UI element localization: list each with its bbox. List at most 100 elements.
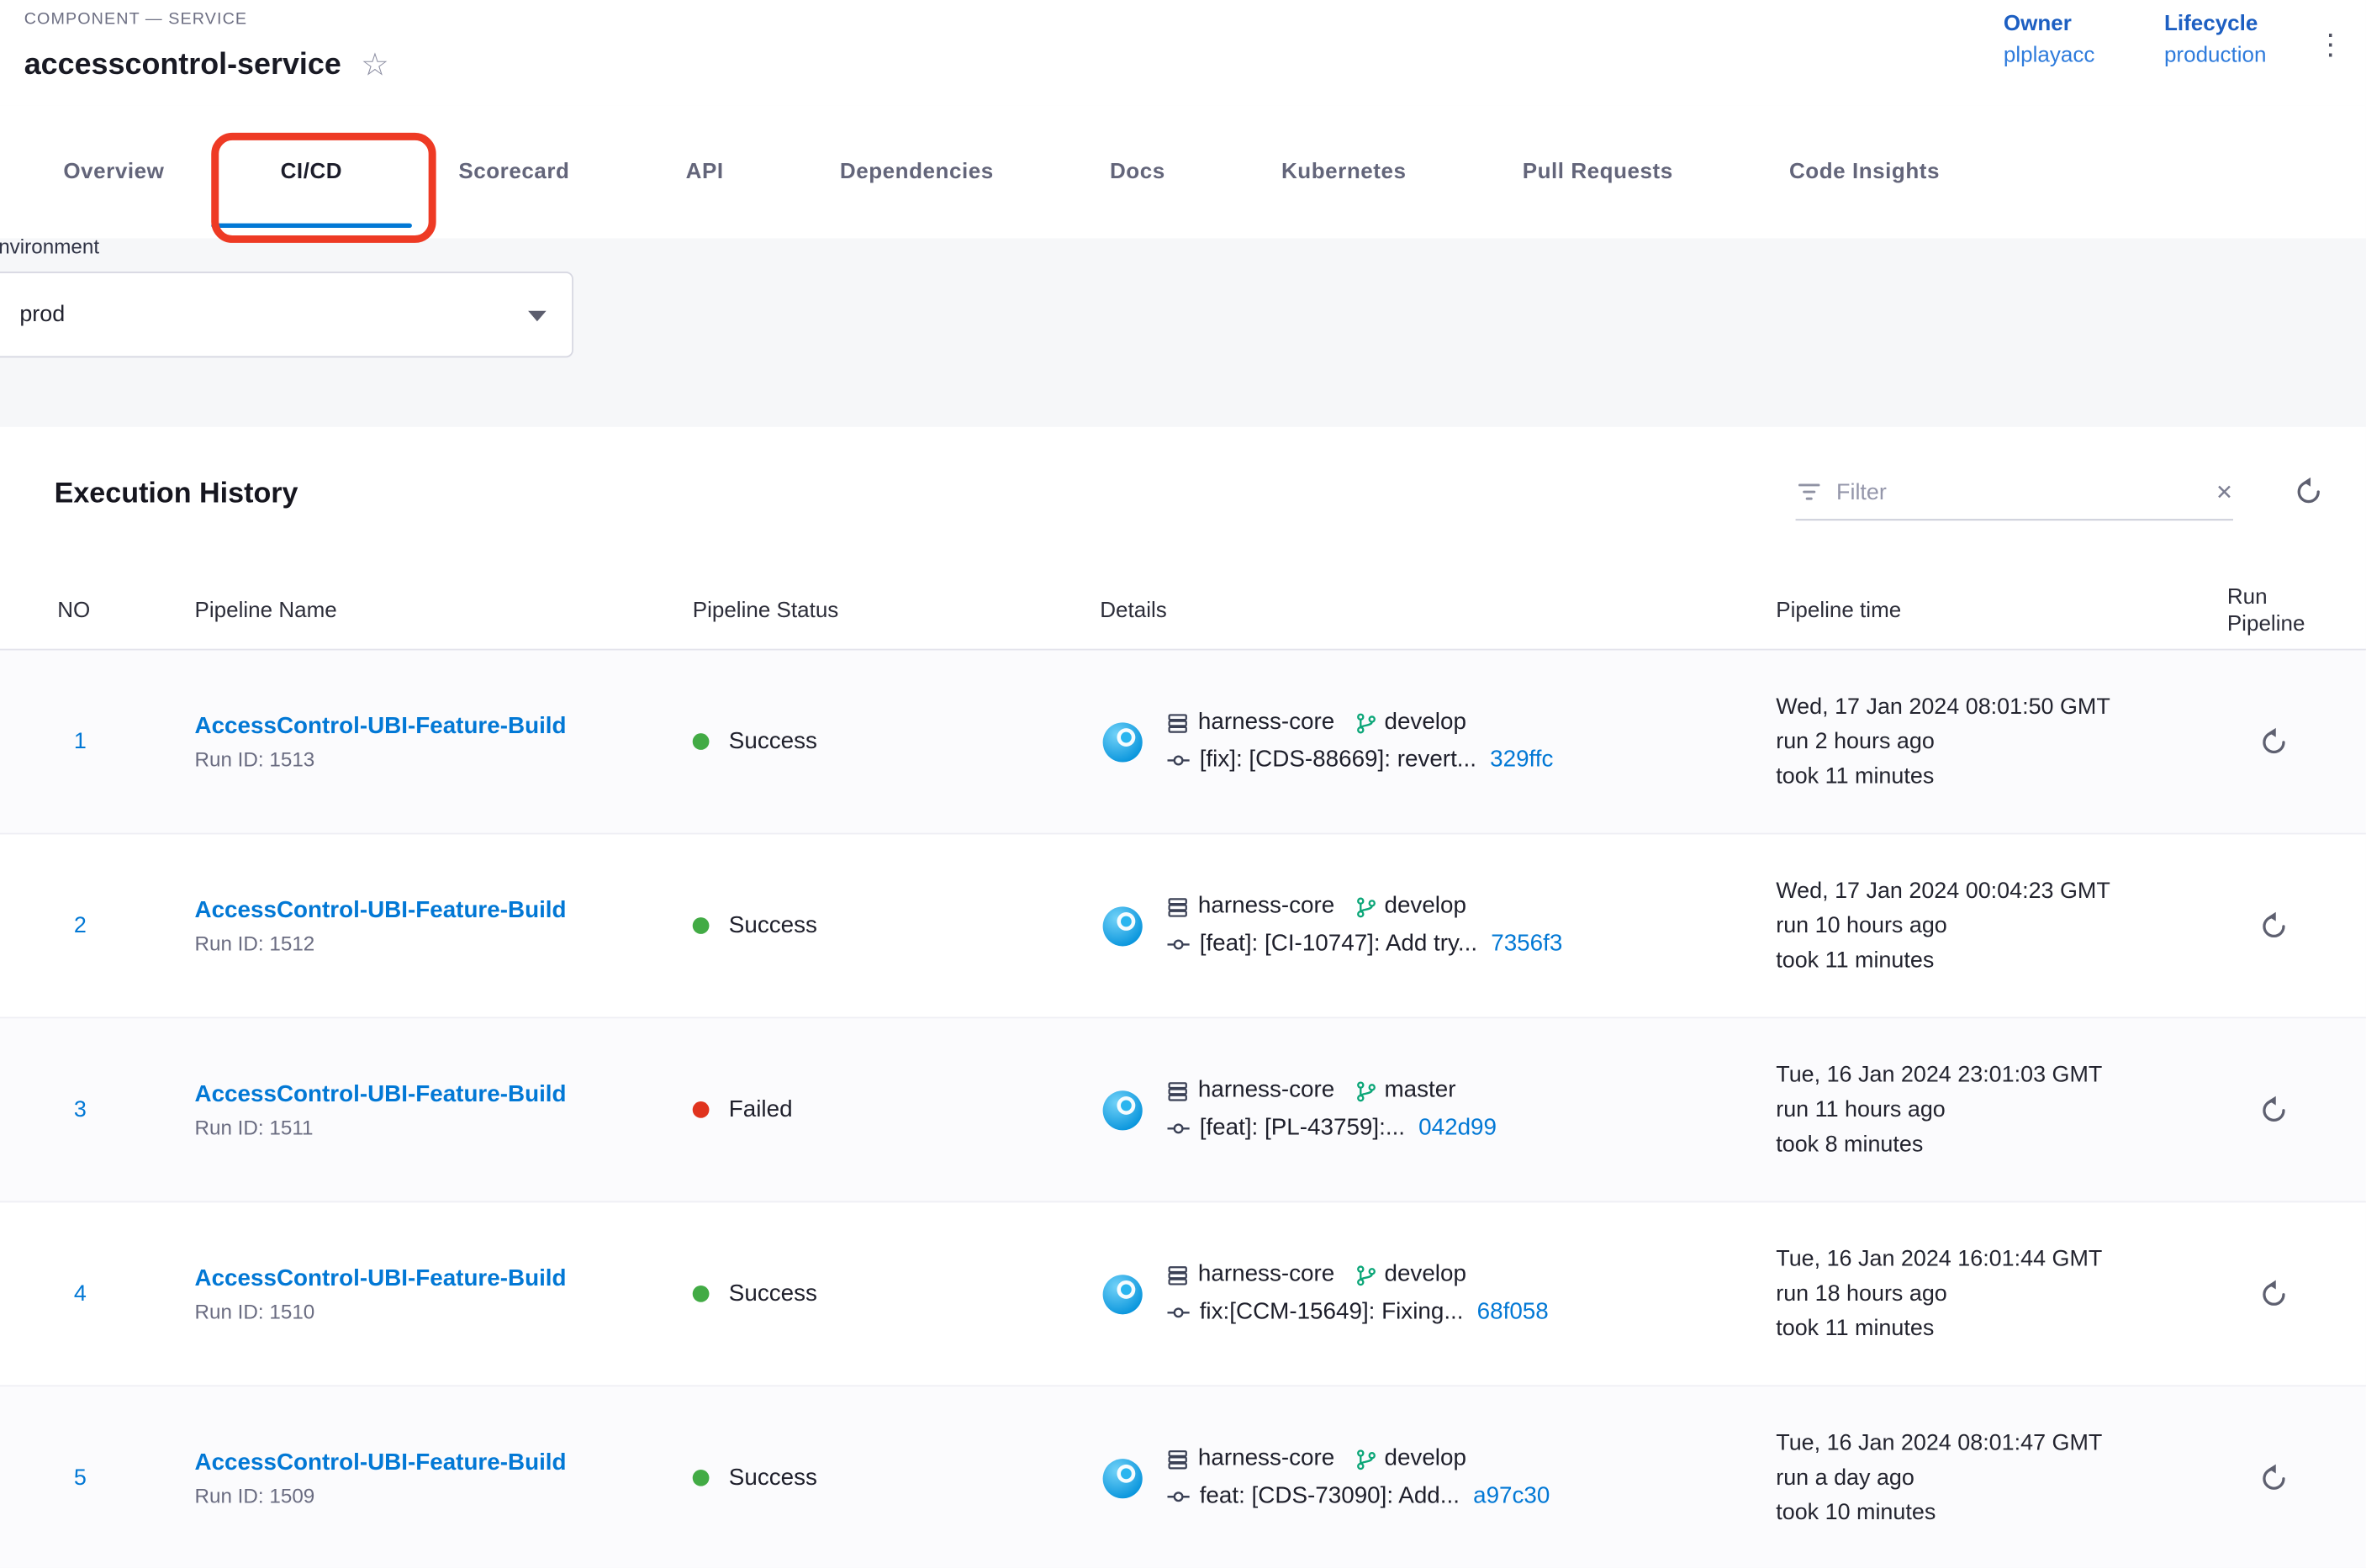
pipeline-time-relative: run 18 hours ago	[1776, 1276, 2227, 1311]
repo-icon	[1166, 1080, 1189, 1102]
breadcrumb: COMPONENT — SERVICE	[24, 11, 247, 29]
tab-code-insights[interactable]: Code Insights	[1789, 106, 1940, 239]
branch-name: develop	[1384, 893, 1466, 920]
git-branch-icon	[1355, 711, 1378, 734]
status-dot	[693, 917, 710, 934]
filter-input[interactable]	[1836, 479, 2202, 505]
tab-ci-cd[interactable]: CI/CD	[281, 106, 343, 239]
column-header-pipeline-time: Pipeline time	[1776, 599, 2227, 623]
table-row: 4 AccessControl-UBI-Feature-Build Run ID…	[0, 1202, 2366, 1386]
commit-message: [fix]: [CDS-88669]: revert...	[1200, 747, 1476, 773]
commit-sha-link[interactable]: 042d99	[1418, 1115, 1497, 1142]
pipeline-ci-icon	[1100, 1087, 1145, 1132]
tab-api[interactable]: API	[686, 106, 724, 239]
git-commit-icon	[1166, 1487, 1191, 1506]
status-label: Success	[729, 1280, 817, 1307]
commit-sha-link[interactable]: 68f058	[1477, 1299, 1549, 1326]
run-id: Run ID: 1512	[195, 932, 693, 954]
pipeline-time-date: Tue, 16 Jan 2024 08:01:47 GMT	[1776, 1426, 2227, 1460]
refresh-button[interactable]	[2292, 475, 2325, 508]
column-header-pipeline-name: Pipeline Name	[195, 599, 693, 623]
branch-name: develop	[1384, 709, 1466, 736]
pipeline-name-link[interactable]: AccessControl-UBI-Feature-Build	[195, 1265, 567, 1292]
table-body: 1 AccessControl-UBI-Feature-Build Run ID…	[0, 650, 2366, 1567]
tab-scorecard[interactable]: Scorecard	[458, 106, 569, 239]
repo-icon	[1166, 1448, 1189, 1470]
pipeline-time-duration: took 11 minutes	[1776, 759, 2227, 794]
commit-sha-link[interactable]: 329ffc	[1490, 747, 1553, 773]
pipeline-name-link[interactable]: AccessControl-UBI-Feature-Build	[195, 1081, 567, 1108]
run-pipeline-button[interactable]	[2258, 1461, 2290, 1494]
status-dot	[693, 733, 710, 750]
run-pipeline-button[interactable]	[2258, 1277, 2290, 1310]
owner-link[interactable]: plplayacc	[2004, 44, 2094, 68]
filter-field: ✕	[1796, 478, 2233, 520]
owner-label: Owner	[2004, 12, 2094, 36]
pipeline-time-relative: run 10 hours ago	[1776, 908, 2227, 942]
pipeline-time-date: Tue, 16 Jan 2024 23:01:03 GMT	[1776, 1058, 2227, 1092]
commit-sha-link[interactable]: a97c30	[1473, 1483, 1550, 1510]
commit-message: [feat]: [PL-43759]:...	[1200, 1115, 1405, 1142]
tab-overview[interactable]: Overview	[63, 106, 164, 239]
chevron-down-icon	[528, 311, 547, 322]
table-row: 1 AccessControl-UBI-Feature-Build Run ID…	[0, 650, 2366, 834]
status-label: Failed	[729, 1096, 793, 1123]
pipeline-time-duration: took 10 minutes	[1776, 1495, 2227, 1529]
row-number: 4	[57, 1280, 87, 1307]
pipeline-time: Tue, 16 Jan 2024 16:01:44 GMT run 18 hou…	[1776, 1242, 2227, 1346]
environment-select[interactable]: prod	[0, 272, 573, 357]
run-id: Run ID: 1509	[195, 1484, 693, 1507]
run-pipeline-button[interactable]	[2258, 725, 2290, 758]
lifecycle-value[interactable]: production	[2164, 44, 2267, 68]
table-row: 5 AccessControl-UBI-Feature-Build Run ID…	[0, 1386, 2366, 1567]
execution-history-card: Execution History ✕ NO Pipeline	[0, 427, 2366, 1568]
run-id: Run ID: 1510	[195, 1300, 693, 1323]
pipeline-name-link[interactable]: AccessControl-UBI-Feature-Build	[195, 897, 567, 924]
status-dot	[693, 1470, 710, 1486]
table-row: 2 AccessControl-UBI-Feature-Build Run ID…	[0, 834, 2366, 1018]
repo-name: harness-core	[1198, 893, 1334, 920]
page-header: COMPONENT — SERVICE accesscontrol-servic…	[0, 0, 2366, 106]
lifecycle-block: Lifecycle production	[2164, 12, 2267, 67]
status-dot	[693, 1286, 710, 1302]
git-commit-icon	[1166, 1304, 1191, 1323]
run-pipeline-button[interactable]	[2258, 1093, 2290, 1126]
pipeline-time-relative: run 11 hours ago	[1776, 1092, 2227, 1127]
repo-name: harness-core	[1198, 1077, 1334, 1104]
repo-name: harness-core	[1198, 1445, 1334, 1472]
pipeline-name-link[interactable]: AccessControl-UBI-Feature-Build	[195, 713, 567, 740]
kebab-menu-icon[interactable]: ⋮	[2316, 32, 2345, 61]
status-dot	[693, 1101, 710, 1118]
git-commit-icon	[1166, 1120, 1191, 1138]
page: COMPONENT — SERVICE accesscontrol-servic…	[0, 0, 2366, 1568]
table-header: NO Pipeline Name Pipeline Status Details…	[0, 573, 2366, 651]
commit-sha-link[interactable]: 7356f3	[1491, 931, 1562, 958]
tab-kubernetes[interactable]: Kubernetes	[1281, 106, 1407, 239]
repo-name: harness-core	[1198, 709, 1334, 736]
git-branch-icon	[1355, 1264, 1378, 1286]
row-number: 2	[57, 912, 87, 938]
pipeline-time-duration: took 11 minutes	[1776, 1312, 2227, 1346]
pipeline-time: Wed, 17 Jan 2024 08:01:50 GMT run 2 hour…	[1776, 689, 2227, 794]
pipeline-time-relative: run 2 hours ago	[1776, 724, 2227, 758]
clear-filter-icon[interactable]: ✕	[2215, 481, 2233, 502]
column-header-details: Details	[1100, 599, 1776, 623]
repo-icon	[1166, 895, 1189, 918]
pipeline-time-relative: run a day ago	[1776, 1460, 2227, 1495]
table-row: 3 AccessControl-UBI-Feature-Build Run ID…	[0, 1018, 2366, 1202]
pipeline-time: Wed, 17 Jan 2024 00:04:23 GMT run 10 hou…	[1776, 874, 2227, 978]
commit-message: [feat]: [CI-10747]: Add try...	[1200, 931, 1477, 958]
pipeline-time-date: Wed, 17 Jan 2024 08:01:50 GMT	[1776, 689, 2227, 724]
pipeline-ci-icon	[1100, 1455, 1145, 1501]
run-pipeline-button[interactable]	[2258, 909, 2290, 942]
lifecycle-label: Lifecycle	[2164, 12, 2267, 36]
git-branch-icon	[1355, 895, 1378, 918]
row-number: 5	[57, 1465, 87, 1491]
pipeline-name-link[interactable]: AccessControl-UBI-Feature-Build	[195, 1449, 567, 1476]
tab-pull-requests[interactable]: Pull Requests	[1523, 106, 1673, 239]
tab-dependencies[interactable]: Dependencies	[840, 106, 994, 239]
tab-docs[interactable]: Docs	[1110, 106, 1165, 239]
git-commit-icon	[1166, 752, 1191, 770]
row-number: 3	[57, 1096, 87, 1122]
favorite-star-icon[interactable]: ☆	[361, 50, 389, 82]
